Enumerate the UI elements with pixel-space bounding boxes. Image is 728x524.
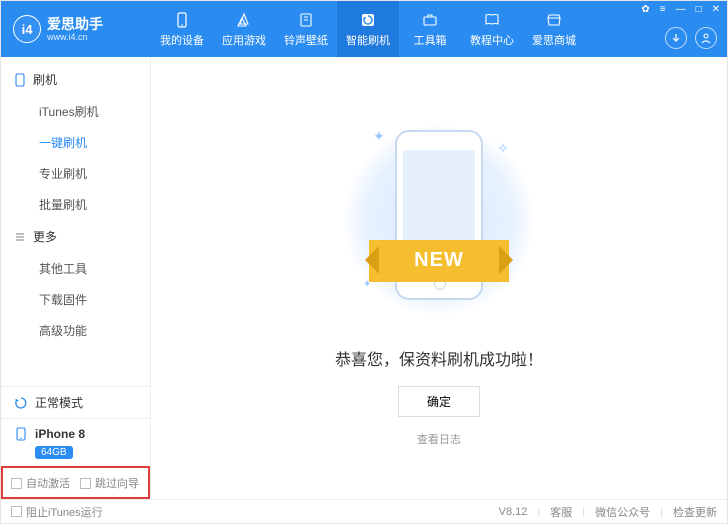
check-update-link[interactable]: 检查更新 [673,504,717,520]
success-message: 恭喜您，保资料刷机成功啦！ [335,346,543,370]
logo-icon: i4 [13,15,41,43]
phone-small-icon [13,426,29,442]
checkbox-icon [11,506,22,517]
auto-activate-label: 自动激活 [26,475,70,491]
group-title: 更多 [33,228,57,245]
phone-icon [173,11,191,29]
device-icon [13,73,27,87]
sidebar: 刷机 iTunes刷机 一键刷机 专业刷机 批量刷机 更多 其他工具 下载固件 … [1,57,151,499]
maximize-button[interactable]: □ [693,3,705,16]
separator: | [537,506,540,518]
app-window: i4 爱思助手 www.i4.cn 我的设备 应用游戏 [0,0,728,524]
block-itunes-label: 阻止iTunes运行 [26,504,103,520]
view-log-link[interactable]: 查看日志 [417,431,461,447]
nav-shop[interactable]: 爱思商城 [523,1,585,57]
top-header: i4 爱思助手 www.i4.cn 我的设备 应用游戏 [1,1,727,57]
sparkle-icon: ✦ [373,128,385,145]
sidebar-group-flash[interactable]: 刷机 [1,63,150,96]
list-icon [13,230,27,244]
nav-label: 爱思商城 [532,32,576,48]
sidebar-item-other-tools[interactable]: 其他工具 [1,253,150,284]
nav-label: 智能刷机 [346,32,390,48]
sidebar-list: 刷机 iTunes刷机 一键刷机 专业刷机 批量刷机 更多 其他工具 下载固件 … [1,57,150,386]
nav-tutorials[interactable]: 教程中心 [461,1,523,57]
main-content: ✦ ✧ ✦ NEW 恭喜您，保资料刷机成功啦！ 确定 查看日志 [151,57,727,499]
options-row: 自动激活 跳过向导 [1,466,150,499]
toolbox-icon [421,11,439,29]
support-link[interactable]: 客服 [550,504,572,520]
nav-label: 教程中心 [470,32,514,48]
logo-area: i4 爱思助手 www.i4.cn [1,15,151,43]
brand-title: 爱思助手 [47,17,103,31]
auto-activate-checkbox[interactable]: 自动激活 [11,475,70,491]
menu-icon[interactable]: ≡ [657,3,669,16]
separator: | [660,506,663,518]
checkbox-icon [80,478,91,489]
device-row[interactable]: iPhone 8 64GB [1,418,150,466]
sidebar-item-batch-flash[interactable]: 批量刷机 [1,189,150,220]
user-icon[interactable] [695,27,717,49]
mode-label: 正常模式 [35,394,83,411]
book-icon [483,11,501,29]
flash-icon [359,11,377,29]
nav-ringtones[interactable]: 铃声壁纸 [275,1,337,57]
ribbon-text: NEW [414,249,464,272]
confirm-button[interactable]: 确定 [398,386,480,417]
sidebar-item-itunes-flash[interactable]: iTunes刷机 [1,96,150,127]
nav-apps[interactable]: 应用游戏 [213,1,275,57]
apps-icon [235,11,253,29]
storage-badge: 64GB [35,446,73,459]
refresh-icon [13,395,29,411]
body: 刷机 iTunes刷机 一键刷机 专业刷机 批量刷机 更多 其他工具 下载固件 … [1,57,727,499]
sidebar-item-advanced[interactable]: 高级功能 [1,315,150,346]
music-icon [297,11,315,29]
header-right-buttons [665,27,717,49]
nav-label: 我的设备 [160,32,204,48]
sidebar-item-pro-flash[interactable]: 专业刷机 [1,158,150,189]
sidebar-group-more[interactable]: 更多 [1,220,150,253]
version-label: V8.12 [499,506,528,518]
status-bar: 阻止iTunes运行 V8.12 | 客服 | 微信公众号 | 检查更新 [1,499,727,523]
group-title: 刷机 [33,71,57,88]
sidebar-bottom: 正常模式 iPhone 8 64GB 自动激活 [1,386,150,499]
sidebar-item-download-firmware[interactable]: 下载固件 [1,284,150,315]
checkbox-icon [11,478,22,489]
shop-icon [545,11,563,29]
download-icon[interactable] [665,27,687,49]
block-itunes-checkbox[interactable]: 阻止iTunes运行 [11,504,103,520]
wechat-link[interactable]: 微信公众号 [595,504,650,520]
new-ribbon: NEW [369,240,509,282]
sidebar-item-oneclick-flash[interactable]: 一键刷机 [1,127,150,158]
nav-my-device[interactable]: 我的设备 [151,1,213,57]
brand-text: 爱思助手 www.i4.cn [47,17,103,42]
skip-guide-checkbox[interactable]: 跳过向导 [80,475,139,491]
nav-toolbox[interactable]: 工具箱 [399,1,461,57]
nav-label: 铃声壁纸 [284,32,328,48]
nav-flash[interactable]: 智能刷机 [337,1,399,57]
success-illustration: ✦ ✧ ✦ NEW [339,110,539,330]
sparkle-icon: ✧ [497,140,509,157]
nav-label: 应用游戏 [222,32,266,48]
nav-label: 工具箱 [414,32,447,48]
close-button[interactable]: ✕ [709,3,723,16]
device-name: iPhone 8 [35,427,85,441]
window-controls: ✿ ≡ — □ ✕ [638,3,723,16]
skip-guide-label: 跳过向导 [95,475,139,491]
mode-row[interactable]: 正常模式 [1,386,150,418]
minimize-button[interactable]: — [673,3,689,16]
separator: | [582,506,585,518]
settings-icon[interactable]: ✿ [638,3,652,16]
brand-url: www.i4.cn [47,33,103,42]
